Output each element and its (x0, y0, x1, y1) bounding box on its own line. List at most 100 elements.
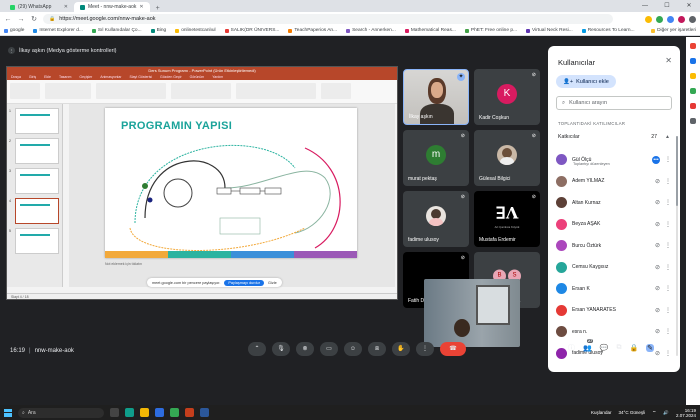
bookmark[interactable]: Sıl Kullanıdalar Ço... (91, 28, 142, 33)
windows-start-icon[interactable] (4, 408, 12, 417)
bookmark[interactable]: SALIK(DR ÜNIVERS... (224, 28, 279, 33)
menu-icon[interactable] (689, 15, 696, 23)
more-options-icon[interactable]: ⋮ (665, 221, 671, 228)
powerpoint-icon[interactable] (185, 408, 194, 417)
list-item[interactable]: Ersan YANARATES ⊘ ⋮ (556, 300, 674, 322)
microphone-icon[interactable]: 🎙 (272, 342, 290, 356)
side-app-icon[interactable] (690, 73, 696, 79)
more-options-icon[interactable]: ⋮ (665, 199, 671, 206)
mic-off-icon[interactable]: ⊘ (655, 350, 660, 357)
info-icon[interactable]: ⓘ (568, 343, 575, 353)
more-options-icon[interactable]: ⋮ (665, 178, 671, 185)
volume-icon[interactable]: 🔊 (663, 410, 669, 416)
end-call-button[interactable]: ☎ (440, 342, 466, 356)
more-options-icon[interactable]: ⋮ (665, 328, 671, 335)
close-icon[interactable]: ✕ (665, 56, 672, 65)
side-app-icon[interactable] (690, 43, 696, 49)
forward-icon[interactable]: → (17, 16, 25, 23)
add-people-button[interactable]: 👤+ Kullanıcı ekle (556, 75, 616, 88)
side-app-icon[interactable] (690, 103, 696, 109)
tab-meet[interactable]: Meet - nnw-make-aok ✕ (74, 2, 150, 12)
news-label[interactable]: Kuşlarıdar (591, 410, 612, 415)
new-tab-button[interactable]: + (150, 5, 166, 12)
bookmark[interactable]: Resources To Learn... (581, 28, 635, 33)
reload-icon[interactable]: ↻ (30, 15, 38, 23)
contributors-group[interactable]: Katkıcılar 27 ▲ (558, 134, 670, 140)
mic-off-icon[interactable]: ⊘ (655, 178, 660, 185)
present-screen-icon[interactable]: ⧈ (368, 342, 386, 356)
camera-off-icon[interactable]: ⊗ (296, 342, 314, 356)
close-window-icon[interactable]: ✕ (678, 0, 700, 12)
weather-widget[interactable]: 34°C Güneşli (619, 410, 646, 415)
list-item[interactable]: Gül Ölçü Toplantıyı düzenleyen ••• ⋮ (556, 149, 674, 171)
presenter-chip[interactable]: ⋮ İlkay aşkın (Medya gösterme kontroller… (8, 47, 117, 54)
back-icon[interactable]: ← (4, 16, 12, 23)
list-item[interactable]: Burcu Öztürk ⊘ ⋮ (556, 235, 674, 257)
tab-whatsapp[interactable]: (29) WhatsApp ✕ (4, 2, 74, 12)
people-scrollbar[interactable] (676, 136, 678, 356)
bookmark[interactable]: Search - Annerken... (346, 28, 396, 33)
mic-off-icon[interactable]: ⊘ (655, 307, 660, 314)
bookmark[interactable]: Internet Explorer d... (33, 28, 83, 33)
bookmark[interactable]: PhET: Free online p... (464, 28, 517, 33)
side-app-icon[interactable] (690, 118, 696, 124)
side-app-icon[interactable] (690, 88, 696, 94)
list-item[interactable]: Altan Kurnaz ⊘ ⋮ (556, 192, 674, 214)
bookmark[interactable]: google (4, 28, 24, 33)
address-bar[interactable]: 🔒 https://meet.google.com/nnw-make-aok (43, 14, 613, 24)
mic-off-icon[interactable]: ⊘ (655, 221, 660, 228)
emoji-icon[interactable]: ☺ (344, 342, 362, 356)
network-icon[interactable]: ⌔ (652, 410, 656, 416)
assistant-icon[interactable]: ✎ (646, 344, 655, 352)
other-bookmarks[interactable]: Diğer yer işaretleri (651, 28, 696, 33)
people-icon[interactable]: 👥 27 (583, 339, 594, 352)
list-item[interactable]: Adem YILMAZ ⊘ ⋮ (556, 171, 674, 193)
taskbar-search[interactable]: ⌕ Ara (18, 407, 104, 418)
more-options-icon[interactable]: ⋮ (665, 307, 671, 314)
more-options-icon[interactable]: ⋮ (416, 342, 434, 356)
scrollbar-thumb[interactable] (676, 136, 678, 206)
tile-participant[interactable]: ⊘ K Kadir Coşkun (474, 69, 540, 125)
edge-icon[interactable] (125, 408, 134, 417)
chat-icon[interactable]: 💬 (600, 344, 609, 352)
list-item[interactable]: Cemsu Kaygısız ⊘ ⋮ (556, 257, 674, 279)
mic-off-icon[interactable]: ⊘ (655, 199, 660, 206)
list-item[interactable]: Beyza AŞAK ⊘ ⋮ (556, 214, 674, 236)
mic-off-icon[interactable]: ⊘ (655, 264, 660, 271)
extension-icon[interactable] (656, 15, 663, 23)
task-view-icon[interactable] (110, 408, 119, 417)
activities-icon[interactable]: ⧉ (616, 344, 621, 352)
bookmark[interactable]: Bing (150, 28, 166, 33)
tile-participant[interactable]: ⊘ ꓱɅ Ari Çamlıca Küyük Mustafa Erdemir (474, 191, 540, 247)
store-icon[interactable] (155, 408, 164, 417)
more-options-icon[interactable]: ⋮ (665, 242, 671, 249)
host-controls-icon[interactable]: 🔒 (629, 344, 638, 352)
people-search-input[interactable]: ⌕ Kullanıcı arayın (556, 96, 672, 110)
tile-self[interactable]: ✦ İlkay aşkın (403, 69, 469, 125)
raise-hand-icon[interactable]: ✋ (392, 342, 410, 356)
tile-participant[interactable]: ⊘ Gülesal Bilgici (474, 130, 540, 186)
list-item[interactable]: esra n. ⊘ ⋮ (556, 321, 674, 343)
chrome-icon[interactable] (170, 408, 179, 417)
bookmark[interactable]: onlinetestcanlıul (175, 28, 216, 33)
tile-participant[interactable]: ⊘ m murat pektaş (403, 130, 469, 186)
more-options-icon[interactable]: ⋮ (665, 156, 671, 163)
more-options-icon[interactable]: ⋮ (665, 285, 671, 292)
extension-icon[interactable] (667, 15, 674, 23)
close-tab-icon[interactable]: ✕ (139, 4, 143, 10)
extension-icon[interactable] (645, 15, 652, 23)
mic-off-icon[interactable]: ⊘ (655, 242, 660, 249)
more-options-icon[interactable]: ⋮ (665, 264, 671, 271)
list-item[interactable]: Ersan K ⊘ ⋮ (556, 278, 674, 300)
bookmark[interactable]: Virtual Neck Resi... (526, 28, 573, 33)
word-icon[interactable] (200, 408, 209, 417)
profile-avatar[interactable] (678, 15, 685, 23)
more-options-icon[interactable]: ⋮ (665, 350, 671, 357)
file-explorer-icon[interactable] (140, 408, 149, 417)
bookmark[interactable]: TeachPaperios An... (288, 28, 337, 33)
clock[interactable]: 16:19 2.07.2024 (676, 408, 696, 418)
bookmark[interactable]: Mathematical Reas... (404, 28, 456, 33)
mic-options-chevron-icon[interactable]: ⌃ (248, 342, 266, 356)
mic-off-icon[interactable]: ⊘ (655, 285, 660, 292)
minimize-icon[interactable]: — (634, 0, 656, 12)
